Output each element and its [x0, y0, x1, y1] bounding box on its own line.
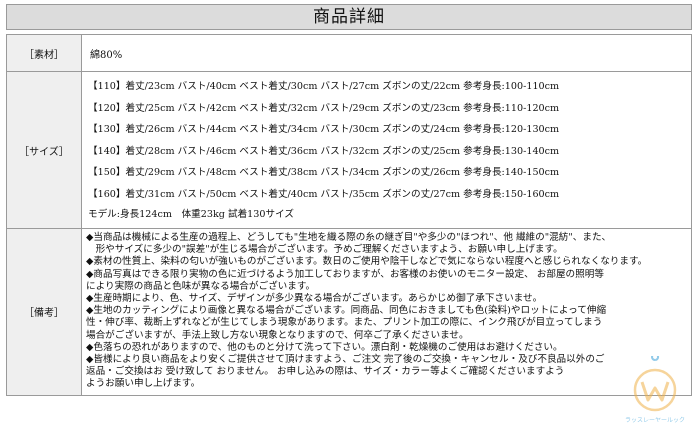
size-list: 【110】着丈/23cm バスト/40cm ベスト着丈/30cm バスト/27c…: [81, 71, 692, 229]
notes-label: ［備考］: [6, 228, 82, 396]
page-title: 商品詳細: [6, 4, 692, 30]
product-detail-table: ［素材］ 綿80% ［サイズ］ 【110】着丈/23cm バスト/40cm ベス…: [6, 34, 692, 396]
note-line: ◆色落ちの恐れがありますので、他のものと分けて洗って下さい。漂白剤・乾燥機のご使…: [86, 341, 563, 353]
material-label: ［素材］: [6, 34, 82, 72]
material-value: 綿80%: [81, 34, 692, 72]
note-line: ようお願い申し上げます。: [86, 378, 201, 390]
note-line: ◆素材の性質上、染料の匂いが強いものがございます。数日のご使用や陰干しなどで気に…: [86, 256, 648, 268]
note-line: 形やサイズに多少の"誤差"が生じる場合がございます。予めご理解くださいますよう、…: [86, 244, 563, 256]
note-line: により実際の商品と色味が異なる場合がございます。: [86, 280, 316, 292]
note-line: ◆当商品は機械による生産の過程上、どうしても"生地を織る際の糸の継ぎ目"や多少の…: [86, 232, 612, 243]
note-line: ◆生産時期により、色、サイズ、デザインが多少異なる場合がございます。あらかじめ御…: [86, 293, 543, 305]
size-entry-120: 【120】着丈/25cm バスト/42cm ベスト着丈/32cm バスト/29c…: [88, 102, 560, 114]
size-entry-130: 【130】着丈/26cm バスト/44cm ベスト着丈/34cm バスト/30c…: [88, 124, 560, 135]
size-entry-110: 【110】着丈/23cm バスト/40cm ベスト着丈/30cm バスト/27c…: [88, 81, 560, 92]
watermark-text: ラッスレーヤールック: [625, 417, 685, 424]
note-line: ◆商品写真はできる限り実物の色に近づけるよう加工しておりますが、お客様のお使いの…: [86, 268, 604, 280]
note-line: ◆生地のカッティングにより画像と異なる場合がございます。同商品、同色におきまして…: [86, 305, 607, 317]
size-row: ［サイズ］ 【110】着丈/23cm バスト/40cm ベスト着丈/30cm バ…: [6, 71, 692, 229]
note-line: ◆皆様により良い商品をより安くご提供させて頂けますよう、ご注文 完了後のご交換・…: [86, 354, 605, 366]
watermark-logo: ラッスレーヤールック: [625, 356, 685, 424]
size-label: ［サイズ］: [6, 71, 82, 229]
notes-list: ◆当商品は機械による生産の過程上、どうしても"生地を織る際の糸の継ぎ目"や多少の…: [81, 228, 692, 396]
size-entry-140: 【140】着丈/28cm バスト/46cm ベスト着丈/36cm バスト/32c…: [88, 145, 560, 157]
material-row: ［素材］ 綿80%: [6, 34, 692, 72]
notes-row: ［備考］ ◆当商品は機械による生産の過程上、どうしても"生地を織る際の糸の継ぎ目…: [6, 228, 692, 396]
size-entry-160: 【160】着丈/31cm バスト/50cm ベスト着丈/40cm バスト/35c…: [88, 188, 560, 200]
note-line: 性・伸び率、裁断上ずれなどが生じてしまう現象があります。また、プリント加工の際に…: [86, 317, 603, 329]
note-line: 場合がございますが、手法上致し方ない現象となりますので、何卒ご了承くださいませ。: [86, 329, 469, 341]
note-line: 返品・ご交換はお 受け致して おりません。 お申し込みの際は、サイズ・カラー等よ…: [86, 366, 565, 378]
model-info: モデル:身長124cm 体重23kg 試着130サイズ: [88, 209, 294, 220]
size-entry-150: 【150】着丈/29cm バスト/48cm ベスト着丈/38cm バスト/34c…: [88, 167, 560, 178]
